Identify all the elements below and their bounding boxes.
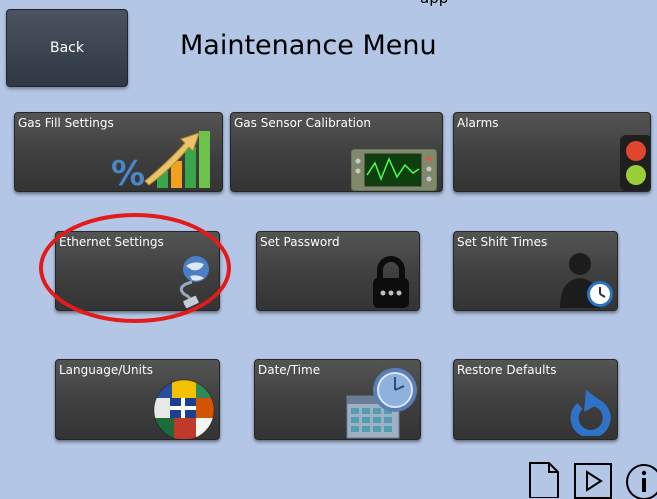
percent-growth-chart-icon: % [111, 131, 210, 191]
tile-label: Set Shift Times [457, 235, 548, 249]
restore-arrow-icon [570, 390, 611, 436]
gas-sensor-calibration-button[interactable]: Gas Sensor Calibration [230, 112, 443, 192]
tile-label: Gas Fill Settings [18, 116, 114, 130]
ethernet-settings-button[interactable]: Ethernet Settings [55, 231, 220, 311]
gas-fill-settings-button[interactable]: Gas Fill Settings % [14, 112, 223, 192]
back-button[interactable]: Back [6, 9, 128, 87]
page-title: Maintenance Menu [180, 30, 437, 61]
padlock-icon [373, 256, 409, 308]
set-password-button[interactable]: Set Password [256, 231, 420, 311]
set-shift-times-button[interactable]: Set Shift Times [453, 231, 618, 311]
info-icon[interactable] [622, 460, 657, 499]
tile-label: Language/Units [59, 363, 153, 377]
restore-defaults-button[interactable]: Restore Defaults [453, 359, 618, 440]
clipped-top-text: app [420, 0, 448, 7]
calendar-clock-icon [346, 368, 417, 439]
tile-label: Gas Sensor Calibration [234, 116, 371, 130]
tile-label: Date/Time [258, 363, 321, 377]
traffic-light-icon [620, 135, 650, 191]
language-units-button[interactable]: Language/Units [55, 359, 220, 440]
alarms-button[interactable]: Alarms [453, 112, 651, 192]
document-icon[interactable] [527, 460, 561, 498]
tile-label: Set Password [260, 235, 340, 249]
date-time-button[interactable]: Date/Time [254, 359, 421, 440]
tile-label: Ethernet Settings [59, 235, 164, 249]
play-icon[interactable] [573, 462, 613, 499]
flags-globe-icon [153, 379, 215, 439]
oscilloscope-icon [351, 149, 437, 191]
tile-label: Alarms [457, 116, 499, 130]
person-clock-icon [560, 253, 613, 308]
svg-text:%: % [111, 154, 145, 191]
tile-label: Restore Defaults [457, 363, 557, 377]
globe-network-cable-icon [179, 256, 209, 308]
